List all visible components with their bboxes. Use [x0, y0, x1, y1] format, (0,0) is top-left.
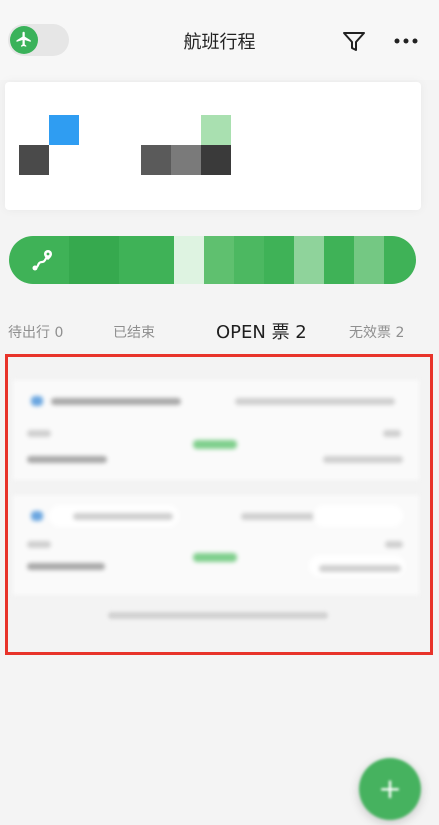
redacted-info-card [5, 82, 421, 210]
redacted-block [141, 145, 171, 175]
redacted-text [27, 541, 51, 548]
redacted-text [27, 563, 105, 570]
redacted-block [19, 145, 49, 175]
redacted-text [193, 553, 237, 562]
redacted-text [51, 398, 181, 405]
redacted-block [234, 236, 264, 284]
tab-finished[interactable]: 已结束 [113, 322, 155, 342]
airline-icon [31, 396, 43, 406]
add-trip-button[interactable]: + [359, 758, 421, 820]
redacted-text [27, 456, 107, 463]
redacted-text [323, 456, 403, 463]
list-footer-note [108, 612, 328, 619]
redacted-text [27, 430, 51, 437]
redacted-block [294, 236, 324, 284]
filter-icon [343, 32, 365, 51]
redacted-text [193, 440, 237, 449]
redacted-text [313, 505, 403, 527]
route-banner[interactable] [9, 236, 416, 284]
ticket-card[interactable] [13, 495, 419, 595]
redacted-text [319, 565, 401, 572]
airline-icon [31, 511, 43, 521]
ticket-tabs: 待出行 0 已结束 OPEN 票 2 无效票 2 [0, 316, 439, 359]
redacted-block [354, 236, 384, 284]
redacted-text [385, 541, 403, 548]
filter-button[interactable] [341, 28, 367, 54]
redacted-block [204, 236, 234, 284]
redacted-block [201, 115, 231, 145]
flight-itinerary-screen: 航班行程 待出行 0 已结束 OPEN 票 2 无效票 2 + [0, 0, 439, 825]
redacted-block [69, 236, 119, 284]
tab-pending[interactable]: 待出行 0 [8, 322, 63, 342]
redacted-block [201, 145, 231, 175]
redacted-text [383, 430, 401, 437]
more-button[interactable] [392, 28, 420, 54]
redacted-text [235, 398, 395, 405]
redacted-block [171, 145, 201, 175]
header-bar: 航班行程 [0, 0, 439, 80]
plus-icon: + [378, 772, 402, 805]
redacted-block [49, 115, 79, 145]
redacted-text [73, 513, 173, 520]
page-title: 航班行程 [183, 32, 256, 53]
tab-open-ticket[interactable]: OPEN 票 2 [216, 318, 307, 344]
route-pin-icon [29, 248, 55, 278]
redacted-block [174, 236, 204, 284]
ticket-card[interactable] [13, 380, 419, 480]
tab-invalid[interactable]: 无效票 2 [349, 322, 404, 342]
more-icon [394, 38, 418, 44]
